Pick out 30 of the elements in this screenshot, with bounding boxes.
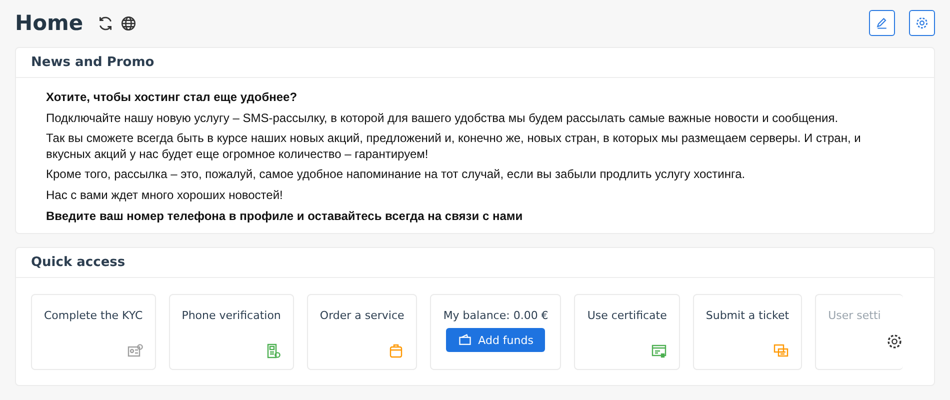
tile-label: Use certificate [587, 309, 667, 322]
add-funds-button[interactable]: Add funds [446, 328, 546, 352]
news-paragraph: Так вы сможете всегда быть в курсе наших новых акций, предложений и, конечно же, новых стран, в которых мы размещаем серверы. И стран, и вкусных акций у нас будет еще огромное количество – гарантируем! [46, 131, 862, 162]
card-title: Quick access [16, 248, 934, 278]
quick-access-tile[interactable]: Use certificate [574, 294, 680, 370]
balance-label: My balance: 0.00 € [443, 309, 548, 322]
pencil-icon [875, 16, 889, 30]
news-paragraph: Кроме того, рассылка – это, пожалуй, самое удобное напоминание на тот случай, если вы забыли продлить услугу хостинга. [46, 167, 746, 183]
news-heading: Хотите, чтобы хостинг стал еще удобнее? [46, 90, 298, 106]
quick-access-tile[interactable]: Order a service [306, 294, 418, 370]
tile-label: Phone verification [182, 309, 281, 322]
news-heading: Введите ваш номер телефона в профиле и оставайтесь всегда на связи с нами [46, 208, 524, 224]
settings-icon[interactable] [886, 333, 903, 350]
edit-button[interactable] [869, 10, 895, 36]
settings-button[interactable] [909, 10, 935, 36]
settings-icon [915, 16, 929, 30]
quick-access-tile[interactable]: Submit a ticket [692, 294, 802, 370]
news-paragraph: Нас с вами ждет много хороших новостей! [46, 188, 284, 204]
tile-label: Complete the KYC [44, 309, 143, 322]
quick-access-tile[interactable]: Complete the KYC [31, 294, 156, 370]
news-paragraph: Подключайте нашу новую услугу – SMS-рассылку, в которой для вашего удобства мы будем рассылать самые важные новости и сообщения. [46, 110, 840, 126]
page-title: Home [15, 11, 84, 35]
quick-access-tile[interactable]: Phone verification [168, 294, 294, 370]
tile-label: Submit a ticket [706, 309, 790, 322]
card-title: News and Promo [16, 48, 934, 78]
globe-icon[interactable] [120, 14, 138, 32]
tile-label: Order a service [320, 309, 404, 322]
wallet-icon [458, 333, 472, 348]
tile-label: User setti [828, 309, 881, 322]
refresh-icon[interactable] [97, 14, 114, 32]
